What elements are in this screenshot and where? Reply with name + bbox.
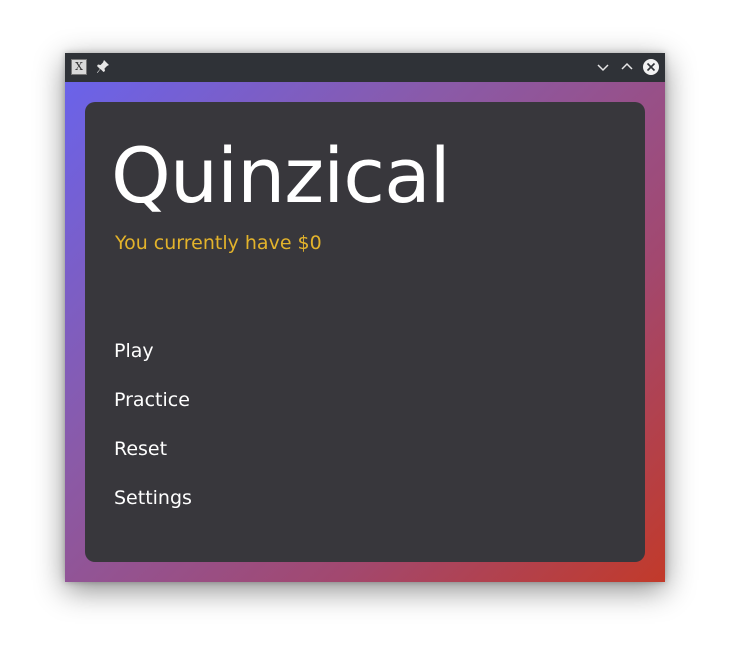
app-window: X Quinzical You currently have $0 Play P…	[65, 53, 665, 582]
maximize-icon[interactable]	[618, 58, 636, 76]
menu-item-play[interactable]: Play	[114, 340, 154, 362]
balance-label: You currently have $0	[115, 232, 322, 254]
close-icon[interactable]	[642, 58, 660, 76]
window-content: Quinzical You currently have $0 Play Pra…	[65, 82, 665, 582]
menu-item-settings[interactable]: Settings	[114, 487, 192, 509]
minimize-icon[interactable]	[594, 58, 612, 76]
main-panel: Quinzical You currently have $0 Play Pra…	[85, 102, 645, 562]
menu-item-reset[interactable]: Reset	[114, 438, 167, 460]
pin-icon[interactable]	[96, 59, 110, 75]
menu-item-practice[interactable]: Practice	[114, 389, 190, 411]
window-titlebar[interactable]: X	[65, 53, 665, 82]
app-title: Quinzical	[111, 131, 451, 220]
app-icon[interactable]: X	[71, 59, 87, 75]
